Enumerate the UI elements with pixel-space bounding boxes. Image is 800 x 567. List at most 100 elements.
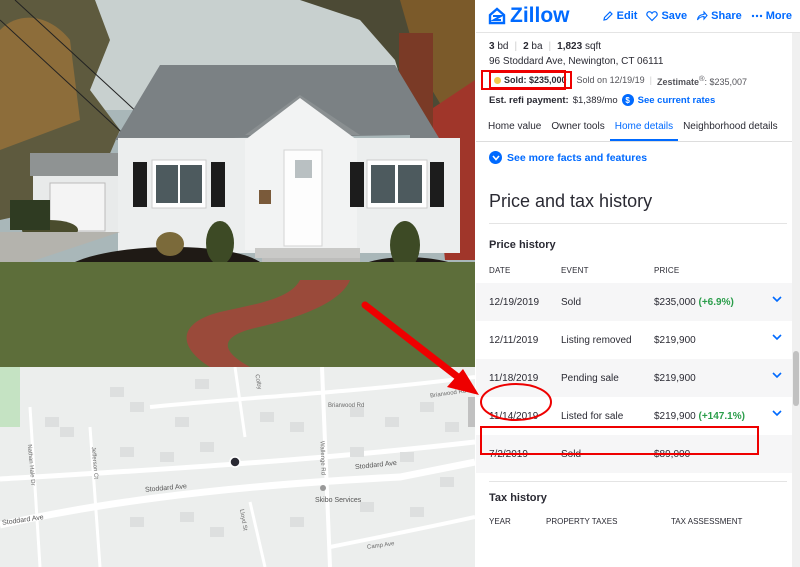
baths-fact: 2 ba [523,41,542,52]
zestimate-value: : $235,007 [704,76,748,87]
map-canvas [0,367,475,567]
row-event: Sold [561,448,582,460]
heart-icon [646,11,659,22]
zestimate[interactable]: Zestimate®: $235,007 [657,74,747,87]
sold-price-badge: Sold: $235,000 [489,71,572,89]
share-icon [697,10,708,21]
price-value: $235,000 [654,296,696,308]
header-bar: Zillow Edit Save Share More [476,0,800,33]
house-photo-illustration [0,0,475,367]
row-price: $235,000 (+6.9%) [654,297,774,308]
chevron-down-icon[interactable] [772,410,782,417]
divider: | [649,75,652,85]
home-location-pin [229,456,241,468]
price-history-header: DATE EVENT PRICE [489,266,787,275]
price-value: $219,900 [654,372,696,384]
col-date: DATE [489,266,511,275]
sqft-fact: 1,823 sqft [557,41,601,52]
home-photo[interactable] [0,0,475,367]
table-row[interactable]: 11/14/2019 Listed for sale $219,900 (+14… [476,397,800,435]
row-event: Sold [561,296,582,308]
status-dot-icon [494,76,501,84]
row-price: $219,900 [654,373,774,384]
see-more-facts-link[interactable]: See more facts and features [476,142,800,164]
row-date: 12/11/2019 [489,334,539,346]
chevron-down-icon[interactable] [772,334,782,341]
tax-history-title: Tax history [489,492,547,504]
tax-history-header: YEAR PROPERTY TAXES TAX ASSESSMENT [489,517,787,526]
sqft-unit: sqft [584,41,602,52]
chevron-down-icon[interactable] [772,296,782,303]
map-scroll-thumb[interactable] [468,397,475,427]
table-row[interactable]: 12/11/2019 Listing removed $219,900 [476,321,800,359]
divider: | [514,41,518,52]
home-facts: 3 bd | 2 ba | 1,823 sqft [489,41,788,52]
row-price: $219,900 (+147.1%) [654,411,774,422]
brand-name: Zillow [510,4,570,27]
price-history-rows: 12/19/2019 Sold $235,000 (+6.9%) 12/11/2… [476,283,800,473]
refi-label: Est. refi payment: [489,94,569,106]
more-label: More [765,10,792,22]
dollar-icon: $ [621,94,634,106]
header-actions: Edit Save Share More [602,10,792,22]
col-tax-assessment: TAX ASSESSMENT [671,517,743,526]
home-summary: 3 bd | 2 ba | 1,823 sqft 96 Stoddard Ave… [476,33,800,106]
see-more-facts-label: See more facts and features [507,151,648,164]
price-tax-title: Price and tax history [489,191,787,224]
price-value: $219,900 [654,410,696,422]
see-rates-link[interactable]: See current rates [638,95,716,106]
price-change: (+147.1%) [698,410,745,422]
tax-history-section: Tax history YEAR PROPERTY TAXES TAX ASSE… [489,481,787,526]
zillow-logo[interactable]: Zillow [488,4,570,28]
price-change: (+6.9%) [698,296,734,308]
location-map[interactable]: Briarwood Rd Briarwood Rd Colby Wallenge… [0,367,475,567]
listing-panel: Zillow Edit Save Share More 3 bd | 2 ba … [476,0,800,567]
beds-fact: 3 bd [489,41,508,52]
section-tabs: Home value Owner tools Home details Neig… [476,116,800,142]
save-button[interactable]: Save [646,10,687,22]
more-button[interactable]: More [751,10,792,22]
edit-label: Edit [616,10,638,22]
zestimate-label: Zestimate [656,76,699,87]
row-event: Listing removed [561,334,632,346]
home-address: 96 Stoddard Ave, Newington, CT 06111 [489,56,664,67]
tab-home-value[interactable]: Home value [483,116,546,141]
col-price: PRICE [654,266,680,275]
table-row[interactable]: 7/2/2019 Sold $89,000 [476,435,800,473]
more-dots-icon [751,14,762,18]
tab-neighborhood-details[interactable]: Neighborhood details [678,116,783,141]
share-label: Share [711,10,742,22]
tab-owner-tools[interactable]: Owner tools [546,116,609,141]
row-date: 11/14/2019 [489,410,539,422]
row-date: 11/18/2019 [489,372,539,384]
row-price: $219,900 [654,335,774,346]
baths-count: 2 [523,41,529,52]
pencil-icon [602,11,613,21]
col-property-taxes: PROPERTY TAXES [546,517,618,526]
price-value: $219,900 [654,334,696,346]
tab-home-details[interactable]: Home details [609,116,679,141]
sold-price: Sold: $235,000 [504,75,567,85]
row-event: Pending sale [561,372,619,384]
beds-unit: bd [497,41,509,52]
chevron-down-icon[interactable] [772,372,782,379]
row-date: 7/2/2019 [489,448,528,460]
panel-scrollbar[interactable] [792,33,800,567]
row-price: $89,000 [654,449,774,460]
price-history-title: Price history [489,239,556,251]
sold-date: Sold on 12/19/19 [576,75,645,85]
chevron-down-circle-icon [489,151,502,164]
baths-unit: ba [531,41,543,52]
panel-scroll-thumb[interactable] [793,351,799,406]
table-row[interactable]: 12/19/2019 Sold $235,000 (+6.9%) [476,283,800,321]
save-label: Save [661,10,688,22]
beds-count: 3 [489,41,495,52]
col-event: EVENT [561,266,589,275]
divider: | [548,41,552,52]
zillow-house-icon [488,7,506,25]
refi-row: Est. refi payment: $1,389/mo $ See curre… [489,94,788,106]
table-row[interactable]: 11/18/2019 Pending sale $219,900 [476,359,800,397]
media-pane: Briarwood Rd Briarwood Rd Colby Wallenge… [0,0,475,567]
share-button[interactable]: Share [696,10,742,22]
edit-button[interactable]: Edit [602,10,638,22]
